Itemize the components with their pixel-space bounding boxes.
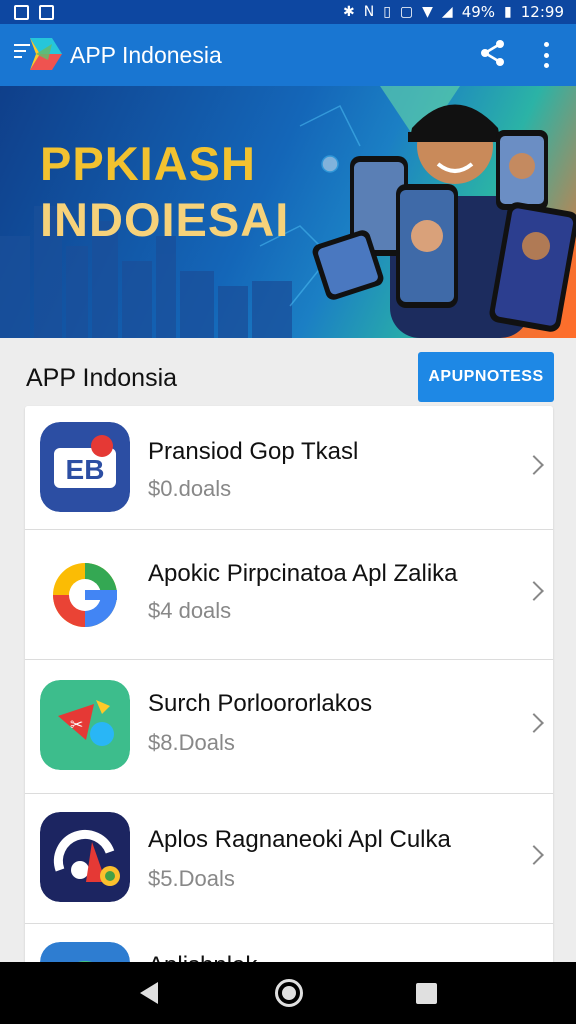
overflow-menu-icon[interactable]	[536, 40, 556, 70]
banner-headline-line2: INDOIESAI	[40, 193, 290, 246]
clock: 12:99	[520, 3, 564, 21]
system-navigation-bar	[0, 962, 576, 1024]
status-indicators: ✱ N ▯ ▢ ▼ ◢ 49% ▮ 12:99	[343, 3, 564, 21]
app-bar: APP Indonesia	[0, 24, 576, 86]
sim-icon: ▢	[399, 4, 414, 20]
share-icon[interactable]	[478, 38, 508, 68]
section-title: APP Indonsia	[26, 364, 178, 392]
app-icon-navy-dial	[40, 812, 130, 902]
app-price: $0.doals	[148, 476, 232, 501]
list-item[interactable]: ✂ Surch Porloororlakos $8.Doals	[25, 660, 553, 794]
home-icon[interactable]	[275, 979, 303, 1007]
list-item[interactable]: Aplos Ragnaneoki Apl Culka $5.Doals	[25, 794, 553, 924]
banner-headline-line1: PPKIASH	[40, 137, 256, 190]
app-price: $5.Doals	[148, 866, 235, 891]
promo-banner[interactable]: PPKIASH INDOIESAI	[0, 86, 576, 338]
battery-percent: 49%	[461, 3, 496, 21]
status-bar: ✱ N ▯ ▢ ▼ ◢ 49% ▮ 12:99	[0, 0, 576, 24]
chevron-right-icon	[524, 845, 544, 865]
app-title: Pransiod Gop Tkasl	[148, 438, 359, 465]
app-title: Apokic Pirpcinatoa Apl Zalika	[148, 560, 458, 587]
notification-icon	[14, 4, 29, 20]
signal-icon: ◢	[441, 4, 453, 20]
app-title: Aplos Ragnaneoki Apl Culka	[148, 826, 451, 853]
app-icon-blue-letters: EB	[40, 422, 130, 512]
app-title: APP Indonesia	[70, 42, 222, 68]
app-price: $4 doals	[148, 598, 232, 623]
back-icon[interactable]	[140, 982, 158, 1004]
nfc-icon: N	[363, 4, 375, 20]
app-title: Surch Porloororlakos	[148, 690, 373, 717]
svg-text:EB: EB	[66, 454, 105, 485]
recents-icon[interactable]	[416, 983, 437, 1004]
chevron-right-icon	[524, 713, 544, 733]
wifi-icon: ▼	[422, 4, 433, 20]
chevron-right-icon	[524, 581, 544, 601]
apps-notes-button[interactable]: APUPNOTESS	[418, 352, 554, 402]
app-icon-green-rocket: ✂	[40, 680, 130, 770]
list-item[interactable]: Apokic Pirpcinatoa Apl Zalika $4 doals	[25, 530, 553, 660]
app-icon-colorful-g	[40, 550, 130, 640]
list-item[interactable]: Aplishnlak	[25, 924, 553, 966]
battery-icon: ▮	[504, 4, 512, 20]
bluetooth-icon: ✱	[342, 4, 355, 20]
app-list: EB Pransiod Gop Tkasl $0.doals Apokic Pi…	[25, 406, 553, 966]
app-price: $8.Doals	[148, 730, 235, 755]
status-notifications	[14, 4, 54, 20]
app-logo-icon	[30, 38, 62, 70]
svg-text:✂: ✂	[70, 715, 83, 734]
chevron-right-icon	[524, 455, 544, 475]
banner-people-phones-illustration	[312, 104, 576, 338]
vibrate-icon: ▯	[383, 4, 391, 20]
list-item[interactable]: EB Pransiod Gop Tkasl $0.doals	[25, 406, 553, 530]
image-notification-icon	[39, 4, 54, 20]
